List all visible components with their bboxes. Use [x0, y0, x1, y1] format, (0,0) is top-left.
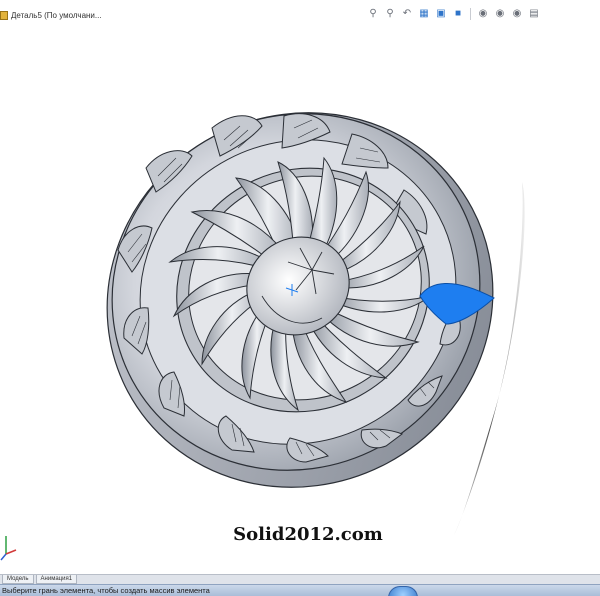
- hide-show-icon[interactable]: ◉: [476, 7, 490, 21]
- view-settings-icon[interactable]: ▤: [527, 7, 541, 21]
- section-view-icon[interactable]: ▦: [417, 7, 431, 21]
- triad-z-axis: [0, 553, 7, 561]
- triad-x-axis: [5, 549, 17, 555]
- view-orientation-icon[interactable]: ▣: [434, 7, 448, 21]
- reference-triad: [0, 536, 17, 561]
- heads-up-view-toolbar: ⚲ ⚲ ↶ ▦ ▣ ■ ◉ ◉ ◉ ▤: [366, 6, 541, 22]
- impeller-model-render[interactable]: [0, 28, 600, 574]
- tab-model[interactable]: Модель: [2, 575, 34, 584]
- document-tab[interactable]: Деталь5 (По умолчани...: [0, 8, 102, 22]
- toolbar-separator: [470, 8, 471, 20]
- document-title-strip: Деталь5 (По умолчани... ⚲ ⚲ ↶ ▦ ▣ ■ ◉ ◉ …: [0, 0, 600, 28]
- part-document-icon: [0, 10, 8, 20]
- tab-animation[interactable]: Анимация1: [35, 575, 78, 584]
- edit-appearance-icon[interactable]: ◉: [493, 7, 507, 21]
- document-title: Деталь5 (По умолчани...: [11, 10, 102, 20]
- status-message: Выберите грань элемента, чтобы создать м…: [2, 586, 210, 595]
- model-tab-bar: Модель Анимация1: [0, 574, 600, 584]
- status-bar: Выберите грань элемента, чтобы создать м…: [0, 584, 600, 596]
- zoom-area-icon[interactable]: ⚲: [383, 7, 397, 21]
- scene-icon[interactable]: ◉: [510, 7, 524, 21]
- display-style-icon[interactable]: ■: [451, 7, 465, 21]
- watermark-text: Solid2012.com: [233, 524, 383, 545]
- previous-view-icon[interactable]: ↶: [400, 7, 414, 21]
- graphics-area[interactable]: [0, 28, 600, 574]
- zoom-to-fit-icon[interactable]: ⚲: [366, 7, 380, 21]
